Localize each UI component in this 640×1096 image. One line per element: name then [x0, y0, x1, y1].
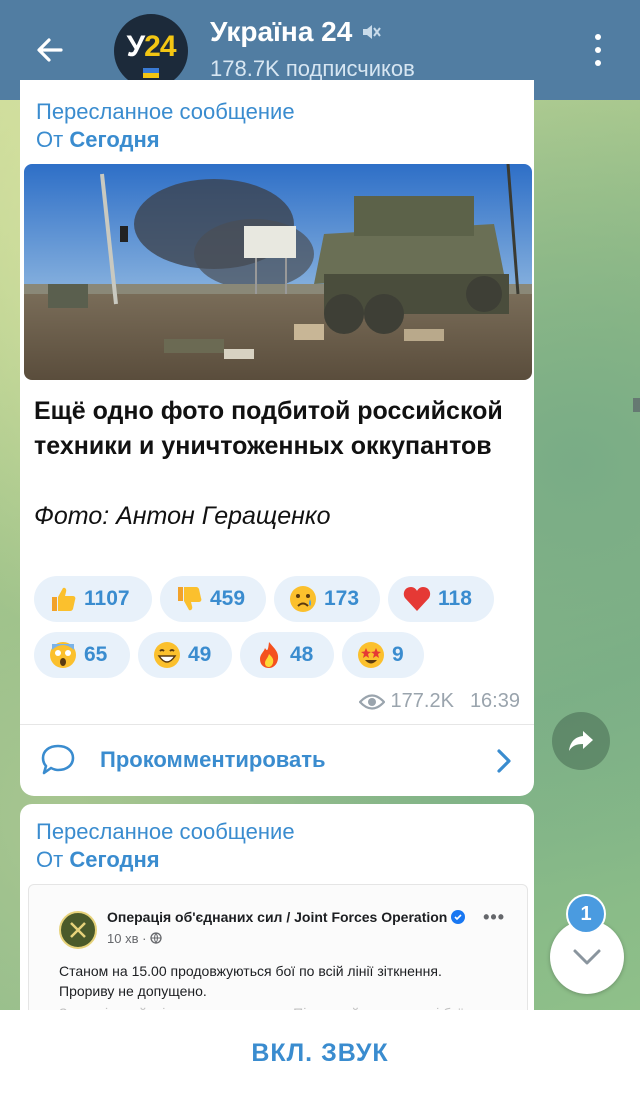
comment-button[interactable]: Прокомментировать — [20, 725, 534, 796]
more-vertical-icon[interactable] — [584, 30, 612, 70]
reaction-screaming[interactable]: 65 — [34, 632, 130, 678]
forward-source[interactable]: От Сегодня — [36, 126, 160, 154]
avatar-logo-text: У24 — [126, 30, 176, 63]
scroll-indicator — [633, 398, 640, 412]
channel-title[interactable]: Україна 24 — [210, 16, 382, 48]
bottom-bar: ВКЛ. ЗВУК — [0, 1010, 640, 1096]
embed-author: Операція об'єднаних сил / Joint Forces O… — [107, 909, 466, 925]
jfo-logo-icon — [59, 911, 97, 949]
back-button[interactable] — [28, 28, 72, 72]
reaction-thumbs-down[interactable]: 459 — [160, 576, 266, 622]
arrow-left-icon — [37, 38, 63, 62]
destroyed-vehicle-photo — [24, 164, 532, 380]
forward-label: Пересланное сообщение — [36, 819, 295, 844]
chevron-right-icon — [497, 749, 511, 773]
reaction-star-struck[interactable]: 9 — [342, 632, 424, 678]
reaction-grinning[interactable]: 49 — [138, 632, 232, 678]
share-arrow-icon — [569, 731, 593, 751]
view-count: 177.2K — [390, 690, 454, 712]
message-meta: 177.2K 16:39 — [358, 690, 520, 713]
thumbs-up-icon — [48, 584, 78, 614]
thumbs-down-icon — [174, 584, 204, 614]
eye-icon — [358, 693, 385, 710]
message-text: Ещё одно фото подбитой российской техник… — [34, 394, 514, 534]
more-horizontal-icon: ••• — [483, 907, 505, 927]
reaction-crying[interactable]: 173 — [274, 576, 380, 622]
reaction-fire[interactable]: 48 — [240, 632, 334, 678]
flag-icon — [143, 68, 159, 78]
unread-badge: 1 — [566, 894, 606, 934]
comment-label: Прокомментировать — [100, 747, 326, 772]
channel-avatar[interactable]: У24 — [114, 14, 188, 88]
subscriber-count: 178.7K подписчиков — [210, 56, 415, 81]
screaming-face-icon — [48, 640, 78, 670]
message-card: Пересланное сообщение От Сегодня Ещё одн… — [20, 80, 534, 796]
reaction-thumbs-up[interactable]: 1107 — [34, 576, 152, 622]
crying-face-icon — [288, 584, 318, 614]
forward-source[interactable]: От Сегодня — [36, 846, 160, 874]
message-time: 16:39 — [469, 690, 520, 712]
red-heart-icon — [402, 584, 432, 614]
embed-time: 10 хв · — [107, 931, 162, 946]
verified-badge-icon — [451, 910, 466, 924]
forward-label: Пересланное сообщение — [36, 99, 295, 124]
fire-icon — [254, 640, 284, 670]
reaction-heart[interactable]: 118 — [388, 576, 494, 622]
photo-credit: Фото: Антон Геращенко — [34, 502, 331, 530]
message-photo[interactable] — [24, 164, 532, 380]
share-button[interactable] — [552, 712, 610, 770]
globe-icon — [150, 932, 162, 944]
muted-speaker-icon — [363, 25, 382, 39]
comment-bubble-icon — [41, 744, 75, 775]
chevron-down-icon — [573, 949, 601, 965]
channel-name: Україна 24 — [210, 16, 353, 47]
embed-text: Станом на 15.00 продовжуються бої по всі… — [59, 963, 442, 999]
grinning-face-icon — [152, 640, 182, 670]
star-struck-icon — [356, 640, 386, 670]
unmute-button[interactable]: ВКЛ. ЗВУК — [251, 1039, 388, 1068]
message-headline: Ещё одно фото подбитой российской техник… — [34, 397, 503, 460]
